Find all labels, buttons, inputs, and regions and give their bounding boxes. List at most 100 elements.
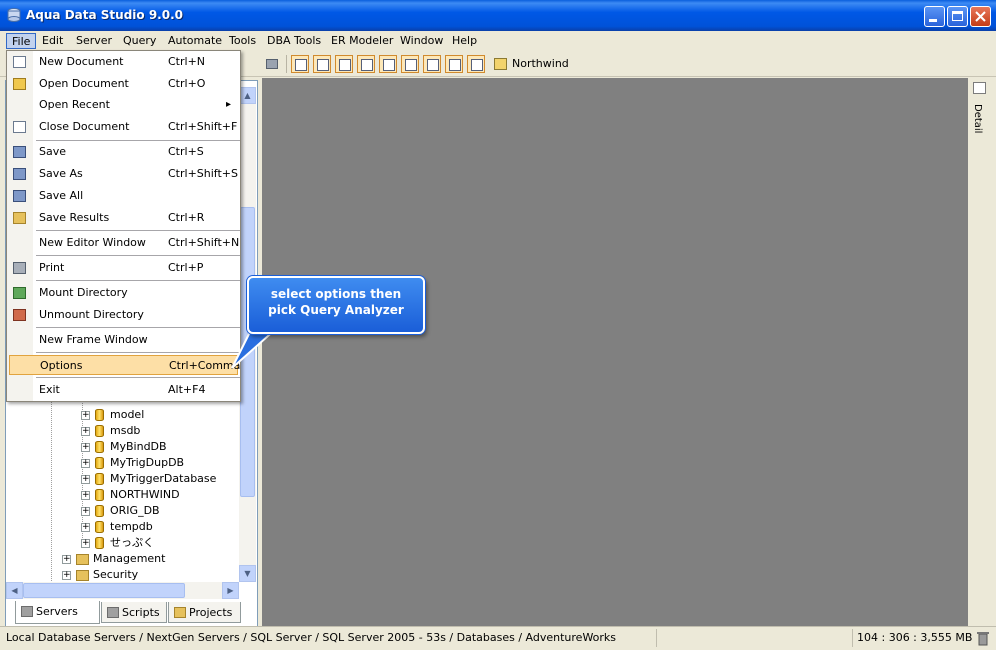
tree-item-mybinddb[interactable]: + MyBindDB <box>81 439 167 455</box>
menu-item-save-all[interactable]: Save All <box>7 186 240 206</box>
callout-text: select options then pick Query Analyzer <box>250 286 422 318</box>
menu-help[interactable]: Help <box>447 33 482 49</box>
menu-separator <box>36 280 240 281</box>
text-view-button[interactable] <box>467 55 485 73</box>
database-icon <box>95 489 104 501</box>
spreadsheet-button[interactable] <box>357 55 375 73</box>
menu-item-mount-directory[interactable]: Mount Directory <box>7 283 240 303</box>
printer-toolbar-button[interactable] <box>264 56 280 72</box>
chart-view-button[interactable] <box>445 55 463 73</box>
menu-item-exit[interactable]: Exit Alt+F4 <box>7 380 240 400</box>
database-icon <box>95 409 104 421</box>
security-folder-icon <box>76 569 89 581</box>
tab-projects[interactable]: Projects <box>168 602 241 623</box>
close-window-button[interactable] <box>970 6 991 27</box>
expand-icon[interactable]: + <box>81 490 90 500</box>
menu-item-save-results[interactable]: Save Results Ctrl+R <box>7 208 240 228</box>
scroll-right-button[interactable]: ▶ <box>222 582 239 599</box>
connection-label[interactable]: Northwind <box>512 57 569 70</box>
menu-bar: File Edit Server Query Automate Tools DB… <box>0 31 996 51</box>
northwind-connection-button[interactable] <box>493 56 509 72</box>
grid-view-button[interactable] <box>291 55 309 73</box>
tree-item-security[interactable]: + Security <box>62 567 138 583</box>
new-document-icon <box>13 56 26 68</box>
tab-scripts[interactable]: Scripts <box>101 602 167 623</box>
expand-icon[interactable]: + <box>62 570 71 580</box>
menu-er-modeler[interactable]: ER Modeler <box>326 33 398 49</box>
management-folder-icon <box>76 553 89 565</box>
workspace-area <box>262 78 968 626</box>
split-view-button[interactable] <box>423 55 441 73</box>
form-view-button[interactable] <box>335 55 353 73</box>
tree-item-mytrigdupdb[interactable]: + MyTrigDupDB <box>81 455 184 471</box>
menu-item-new-document[interactable]: New Document Ctrl+N <box>7 52 240 72</box>
database-icon <box>95 457 104 469</box>
expand-icon[interactable]: + <box>81 474 90 484</box>
submenu-arrow-icon: ▸ <box>226 99 232 110</box>
maximize-button[interactable] <box>947 6 968 27</box>
expand-icon[interactable]: + <box>81 538 90 548</box>
maximize-icon <box>952 11 963 21</box>
expand-icon[interactable]: + <box>81 506 90 516</box>
database-connection-icon <box>494 58 507 70</box>
menu-item-open-document[interactable]: Open Document Ctrl+O <box>7 74 240 94</box>
unmount-directory-icon <box>13 309 26 321</box>
tab-servers[interactable]: Servers <box>15 601 100 624</box>
expand-icon[interactable]: + <box>81 458 90 468</box>
tree-item-model[interactable]: + model <box>81 407 144 423</box>
expand-icon[interactable]: + <box>62 554 71 564</box>
menu-separator <box>36 255 240 256</box>
horizontal-scroll-thumb[interactable] <box>23 583 185 598</box>
detail-tab[interactable]: Detail <box>972 104 983 133</box>
database-icon <box>95 425 104 437</box>
expand-icon[interactable]: + <box>81 426 90 436</box>
layout-button[interactable] <box>379 55 397 73</box>
tree-item-orig-db[interactable]: + ORIG_DB <box>81 503 160 519</box>
detail-side-panel <box>968 78 992 626</box>
menu-item-options[interactable]: Options Ctrl+Comma <box>9 355 240 375</box>
list-view-button[interactable] <box>401 55 419 73</box>
expand-icon[interactable]: + <box>81 442 90 452</box>
callout-line-1: select options then <box>270 287 402 301</box>
scroll-down-button[interactable]: ▼ <box>239 565 256 582</box>
menu-item-new-frame-window[interactable]: New Frame Window <box>7 330 240 350</box>
table-view-button[interactable] <box>313 55 331 73</box>
menu-edit[interactable]: Edit <box>37 33 68 49</box>
menu-item-save[interactable]: Save Ctrl+S <box>7 142 240 162</box>
expand-icon[interactable]: + <box>81 410 90 420</box>
tree-item-tempdb[interactable]: + tempdb <box>81 519 153 535</box>
menu-query[interactable]: Query <box>118 33 161 49</box>
printer-icon <box>266 59 278 69</box>
tree-item-northwind[interactable]: + NORTHWIND <box>81 487 180 503</box>
menu-item-open-recent[interactable]: Open Recent ▸ <box>7 95 240 115</box>
menu-file[interactable]: File <box>6 33 37 49</box>
tree-item-seppuku[interactable]: + せっぷく <box>81 535 154 551</box>
menu-item-unmount-directory[interactable]: Unmount Directory <box>7 305 240 325</box>
callout-line-2: pick Query Analyzer <box>268 303 404 317</box>
scroll-left-button[interactable]: ◀ <box>6 582 23 599</box>
menu-dba-tools[interactable]: DBA Tools <box>262 33 326 49</box>
menu-tools[interactable]: Tools <box>224 33 261 49</box>
database-icon <box>95 473 104 485</box>
menu-item-save-as[interactable]: Save As Ctrl+Shift+S <box>7 164 240 184</box>
expand-icon[interactable]: + <box>81 522 90 532</box>
save-as-icon <box>13 168 26 180</box>
status-memory: 104 : 306 : 3,555 MB <box>852 629 972 647</box>
close-icon <box>975 11 986 22</box>
minimize-button[interactable] <box>924 6 945 27</box>
save-all-icon <box>13 190 26 202</box>
tree-item-msdb[interactable]: + msdb <box>81 423 140 439</box>
menu-window[interactable]: Window <box>395 33 448 49</box>
tree-item-mytriggerdatabase[interactable]: + MyTriggerDatabase <box>81 471 216 487</box>
tree-item-management[interactable]: + Management <box>62 551 165 567</box>
servers-icon <box>21 606 33 617</box>
scroll-up-button[interactable]: ▲ <box>239 87 256 104</box>
menu-item-close-document[interactable]: Close Document Ctrl+Shift+F <box>7 117 240 137</box>
menu-server[interactable]: Server <box>71 33 117 49</box>
menu-item-new-editor-window[interactable]: New Editor Window Ctrl+Shift+N <box>7 233 240 253</box>
menu-automate[interactable]: Automate <box>163 33 227 49</box>
garbage-collect-icon[interactable] <box>976 630 990 646</box>
menu-item-print[interactable]: Print Ctrl+P <box>7 258 240 278</box>
tree-horizontal-scrollbar[interactable]: ◀ ▶ <box>6 582 239 599</box>
mount-directory-icon <box>13 287 26 299</box>
